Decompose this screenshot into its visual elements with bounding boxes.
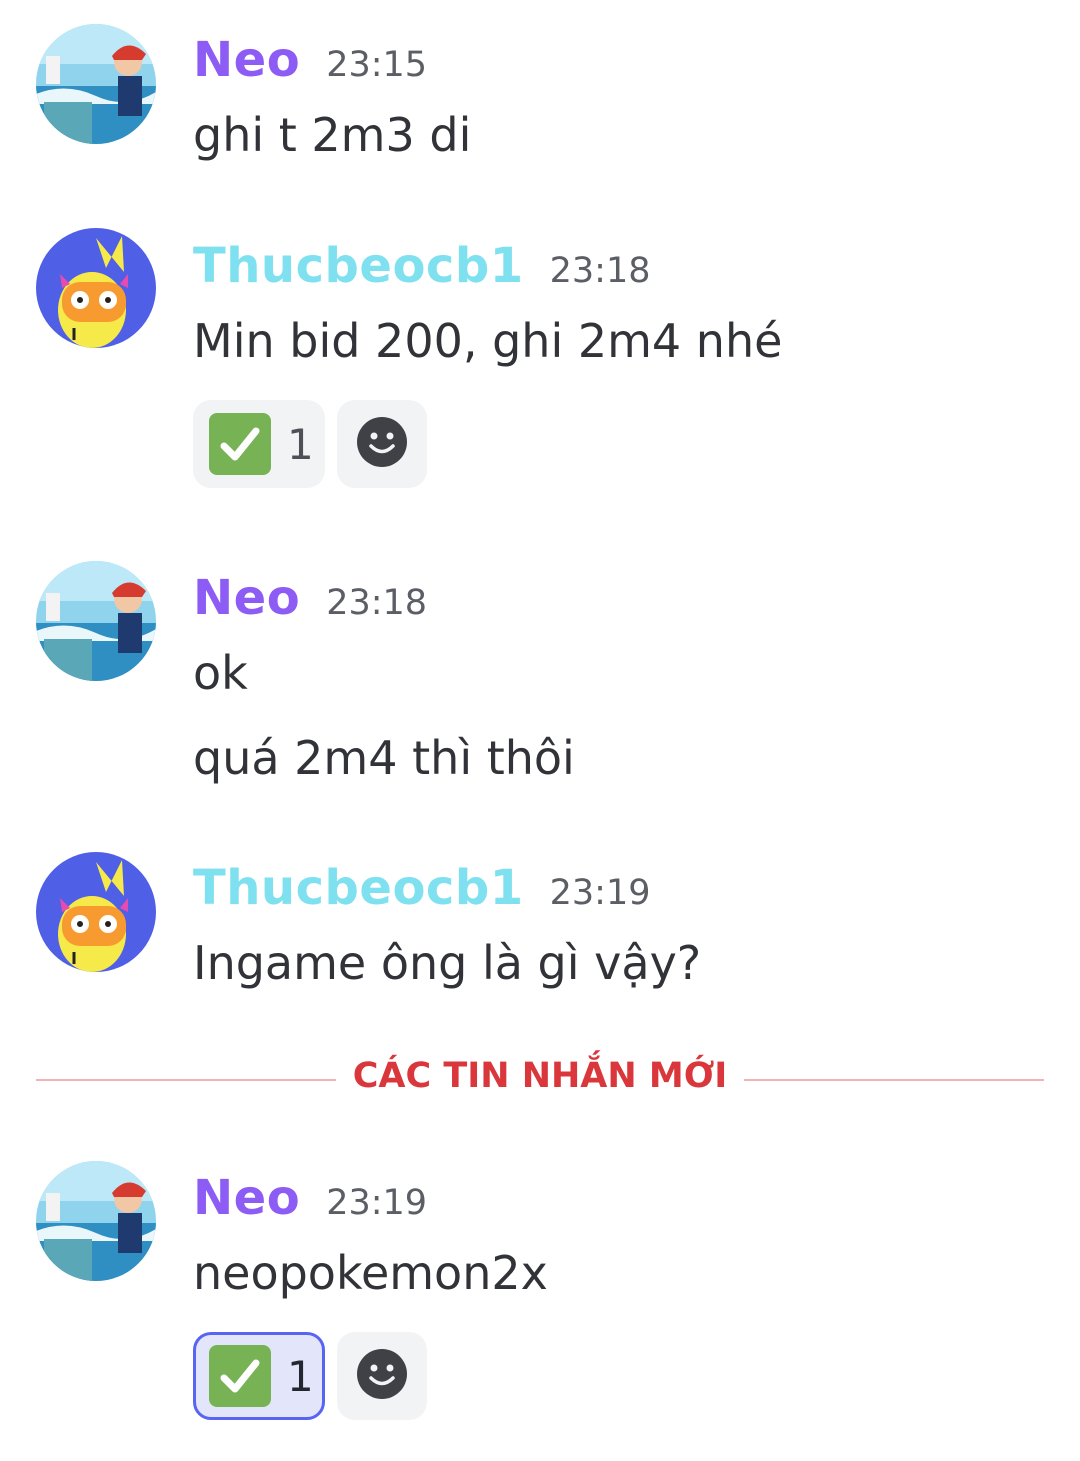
check-mark-icon: [209, 413, 271, 475]
timestamp: 23:18: [326, 583, 428, 623]
avatar-neo[interactable]: [36, 24, 156, 144]
reactions-bar: 1: [193, 400, 427, 488]
reactions-bar: 1: [193, 1332, 427, 1420]
message-text: quá 2m4 thì thôi: [193, 731, 575, 785]
username[interactable]: Neo: [193, 1170, 300, 1226]
add-reaction-button[interactable]: [337, 400, 427, 488]
message-item[interactable]: Neo 23:15 ghi t 2m3 di: [0, 0, 1080, 200]
add-reaction-button[interactable]: [337, 1332, 427, 1420]
username[interactable]: Thucbeocb1: [193, 238, 524, 294]
message-item[interactable]: Thucbeocb1 23:18 Min bid 200, ghi 2m4 nh…: [0, 200, 1080, 520]
message-item[interactable]: Neo 23:18 ok quá 2m4 thì thôi: [0, 540, 1080, 820]
timestamp: 23:18: [549, 251, 651, 291]
timestamp: 23:19: [326, 1183, 428, 1223]
timestamp: 23:19: [549, 873, 651, 913]
new-messages-divider: CÁC TIN NHẮN MỚI: [36, 1048, 1044, 1110]
message-text: ok: [193, 646, 248, 700]
reaction-count: 1: [287, 1351, 314, 1401]
message-text: ghi t 2m3 di: [193, 108, 472, 162]
divider-line-right: [744, 1079, 1044, 1081]
new-messages-label: CÁC TIN NHẮN MỚI: [352, 1056, 728, 1096]
message-text: Min bid 200, ghi 2m4 nhé: [193, 314, 783, 368]
message-item[interactable]: Neo 23:19 neopokemon2x 1: [0, 1140, 1080, 1461]
avatar-thucbeocb1[interactable]: [36, 228, 156, 348]
check-mark-icon: [209, 1345, 271, 1407]
username[interactable]: Thucbeocb1: [193, 860, 524, 916]
username[interactable]: Neo: [193, 32, 300, 88]
smiley-face-icon: [355, 415, 409, 473]
reaction-check[interactable]: 1: [193, 1332, 325, 1420]
message-text: neopokemon2x: [193, 1246, 548, 1300]
message-text: Ingame ông là gì vậy?: [193, 936, 702, 990]
avatar-neo[interactable]: [36, 1161, 156, 1281]
reaction-count: 1: [287, 419, 314, 469]
avatar-thucbeocb1[interactable]: [36, 852, 156, 972]
reaction-check[interactable]: 1: [193, 400, 325, 488]
avatar-neo[interactable]: [36, 561, 156, 681]
timestamp: 23:15: [326, 45, 428, 85]
smiley-face-icon: [355, 1347, 409, 1405]
message-item[interactable]: Thucbeocb1 23:19 Ingame ông là gì vậy?: [0, 830, 1080, 1030]
username[interactable]: Neo: [193, 570, 300, 626]
